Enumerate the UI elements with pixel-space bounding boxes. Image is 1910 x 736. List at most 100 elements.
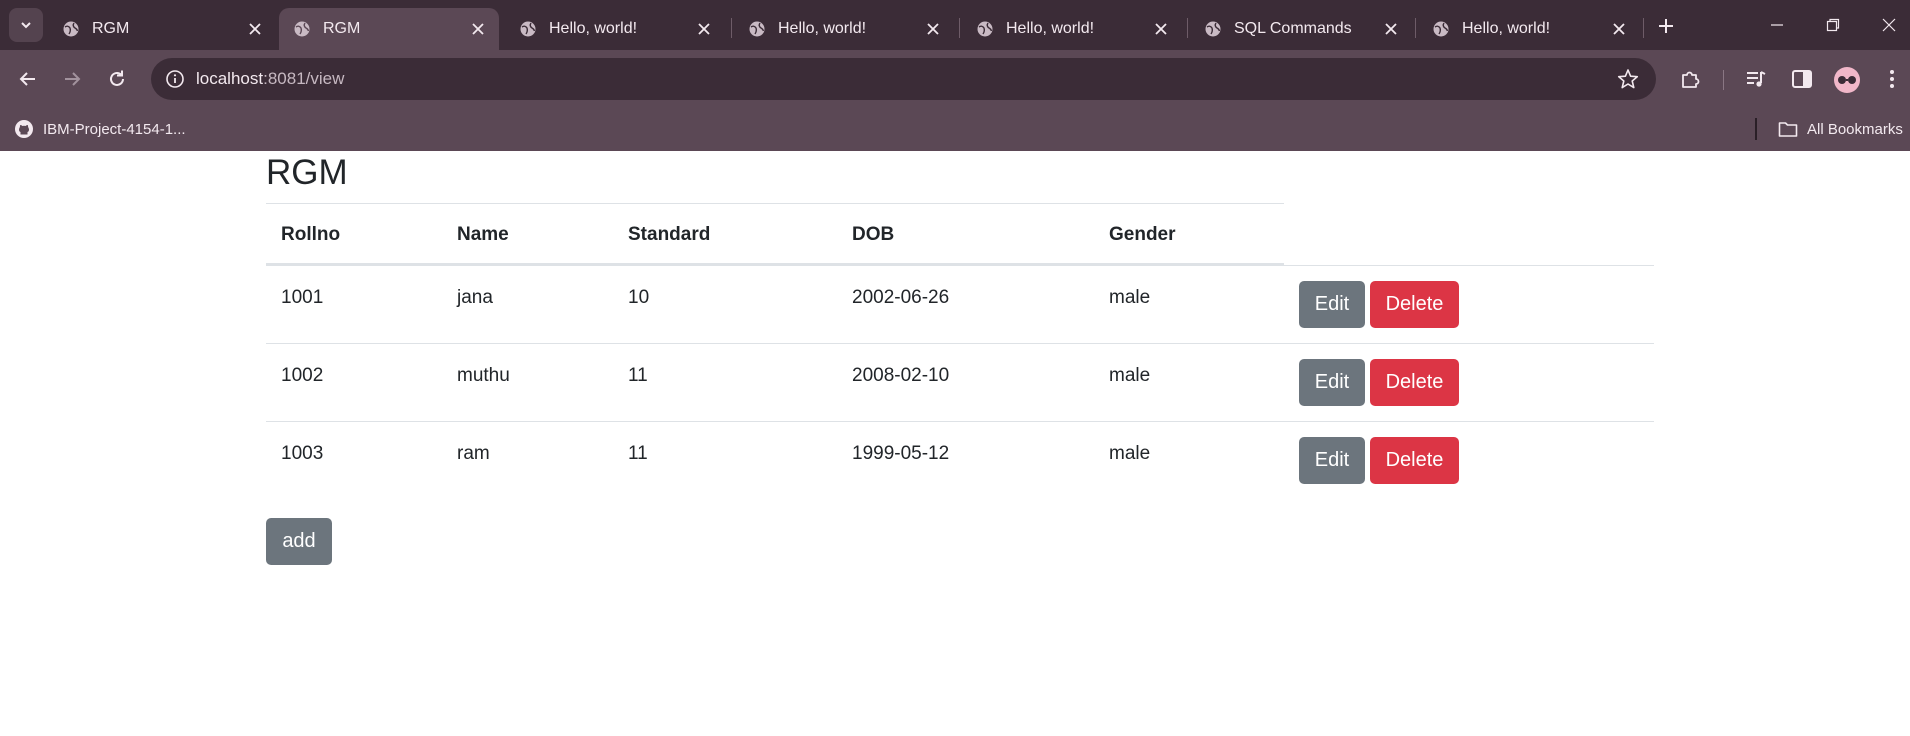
tab-title: Hello, world! [1462, 20, 1551, 37]
close-icon [1882, 18, 1896, 32]
cell-dob: 1999-05-12 [852, 443, 950, 464]
chevron-down-icon [21, 22, 31, 29]
globe-icon [977, 21, 993, 37]
delete-button[interactable]: Delete [1370, 437, 1459, 484]
star-icon[interactable] [1616, 67, 1640, 91]
close-icon[interactable] [246, 20, 264, 38]
tab-title: SQL Commands [1234, 20, 1352, 37]
tab-strip: RGM RGM Hello, world! Hello, world! Hell… [0, 0, 1910, 50]
browser-tab[interactable]: SQL Commands [1190, 8, 1412, 50]
column-header-rollno: Rollno [281, 224, 341, 245]
table-header: Rollno Name Standard DOB Gender [266, 203, 1284, 265]
edit-button[interactable]: Edit [1299, 359, 1365, 406]
media-controls-button[interactable] [1740, 63, 1772, 95]
cell-name: ram [457, 443, 490, 464]
arrow-right-icon [65, 72, 81, 86]
tab-title: RGM [92, 20, 130, 37]
close-icon[interactable] [1152, 20, 1170, 38]
browser-tab-active[interactable]: RGM [279, 8, 499, 50]
side-panel-button[interactable] [1786, 63, 1818, 95]
restore-button[interactable] [1818, 10, 1848, 40]
menu-button[interactable] [1876, 63, 1908, 95]
reload-icon [110, 70, 124, 86]
page-title: RGM [266, 153, 348, 192]
restore-icon [1826, 18, 1840, 32]
url-host: localhost [196, 69, 264, 88]
globe-icon [1433, 21, 1449, 37]
close-icon[interactable] [1382, 20, 1400, 38]
tab-separator [1187, 18, 1188, 38]
url-path: :8081/view [263, 69, 345, 88]
all-bookmarks-button[interactable]: All Bookmarks [1778, 116, 1903, 142]
forward-button[interactable] [56, 63, 88, 95]
tab-title: Hello, world! [549, 20, 638, 37]
close-icon[interactable] [924, 20, 942, 38]
tab-separator [731, 18, 732, 38]
plus-icon [1659, 19, 1673, 33]
cell-standard: 10 [628, 287, 650, 308]
row-divider [266, 343, 1654, 344]
globe-icon [749, 21, 765, 37]
column-header-standard: Standard [628, 224, 711, 245]
tab-title: Hello, world! [778, 20, 867, 37]
row-divider [266, 421, 1654, 422]
all-bookmarks-label: All Bookmarks [1807, 120, 1903, 138]
cell-dob: 2008-02-10 [852, 365, 950, 386]
bookmark-item[interactable]: IBM-Project-4154-1... [14, 116, 186, 142]
github-icon [14, 119, 34, 139]
delete-button[interactable]: Delete [1370, 281, 1459, 328]
bookmark-label: IBM-Project-4154-1... [43, 120, 186, 138]
kebab-menu-icon [1890, 70, 1894, 88]
browser-tab[interactable]: Hello, world! [734, 8, 954, 50]
globe-icon [1205, 21, 1221, 37]
cell-standard: 11 [628, 443, 648, 464]
side-panel-icon [1792, 70, 1812, 88]
browser-tab[interactable]: Hello, world! [505, 8, 725, 50]
close-icon[interactable] [469, 20, 487, 38]
cell-gender: male [1109, 365, 1151, 386]
cell-rollno: 1002 [281, 365, 324, 386]
cell-dob: 2002-06-26 [852, 287, 950, 308]
new-tab-button[interactable] [1652, 12, 1680, 40]
minimize-icon [1771, 24, 1783, 26]
playlist-icon [1747, 71, 1766, 87]
edit-button[interactable]: Edit [1299, 281, 1365, 328]
url-text[interactable]: localhost:8081/view [196, 69, 344, 89]
arrow-left-icon [19, 72, 35, 86]
tab-separator [1415, 18, 1416, 38]
cell-standard: 11 [628, 365, 648, 386]
close-icon[interactable] [1610, 20, 1628, 38]
info-icon[interactable] [163, 67, 187, 91]
back-button[interactable] [12, 63, 44, 95]
cell-gender: male [1109, 443, 1151, 464]
close-icon[interactable] [695, 20, 713, 38]
tab-search-button[interactable] [9, 8, 43, 42]
close-window-button[interactable] [1874, 10, 1904, 40]
row-divider [266, 265, 1654, 266]
cell-name: muthu [457, 365, 510, 386]
puzzle-icon [1682, 71, 1700, 88]
tab-separator [959, 18, 960, 38]
edit-button[interactable]: Edit [1299, 437, 1365, 484]
extensions-button[interactable] [1674, 63, 1706, 95]
address-bar[interactable]: localhost:8081/view [151, 58, 1656, 100]
browser-tab[interactable]: RGM [48, 8, 276, 50]
cell-rollno: 1003 [281, 443, 324, 464]
add-button[interactable]: add [266, 518, 332, 565]
minimize-button[interactable] [1762, 10, 1792, 40]
delete-button[interactable]: Delete [1370, 359, 1459, 406]
browser-tab[interactable]: Hello, world! [962, 8, 1182, 50]
browser-tab[interactable]: Hello, world! [1418, 8, 1640, 50]
globe-icon [63, 21, 79, 37]
profile-avatar[interactable] [1834, 67, 1860, 93]
cell-name: jana [457, 287, 493, 308]
reload-button[interactable] [101, 63, 133, 95]
toolbar-divider [1723, 70, 1724, 90]
cell-gender: male [1109, 287, 1151, 308]
tab-title: RGM [323, 20, 361, 37]
page-content: RGM Rollno Name Standard DOB Gender 1001… [0, 151, 1910, 736]
column-header-name: Name [457, 224, 509, 245]
folder-icon [1778, 119, 1798, 139]
cell-rollno: 1001 [281, 287, 324, 308]
column-header-gender: Gender [1109, 224, 1176, 245]
